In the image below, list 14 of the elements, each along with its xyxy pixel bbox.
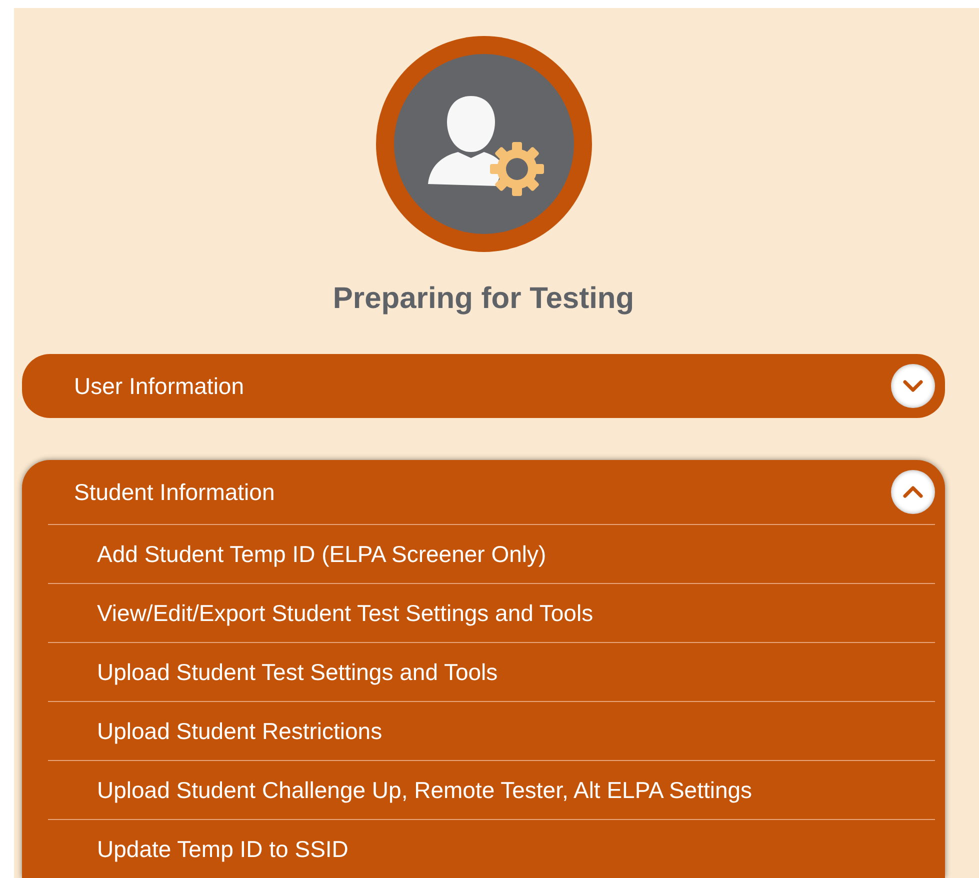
toggle-button[interactable] [891,364,935,408]
menu-link[interactable]: Upload Student Test Settings and Tools [48,642,935,701]
chevron-down-icon [903,380,923,392]
section-title[interactable]: Student Information [74,478,275,506]
menu-link[interactable]: Upload Student Challenge Up, Remote Tester, Alt ELPA Settings [48,760,935,819]
page-title: Preparing for Testing [332,282,636,316]
user-settings-icon [376,36,592,252]
menu-link[interactable]: Add Student Temp ID (ELPA Screener Only) [48,524,935,583]
menu-link[interactable]: Upload Student Restrictions [48,701,935,760]
chevron-up-icon [903,486,923,498]
section-title[interactable]: User Information [74,372,244,400]
menu-link[interactable]: Update Temp ID to SSID [48,819,935,878]
menu-link[interactable]: View/Edit/Export Student Test Settings and Tools [48,583,935,642]
toggle-button[interactable] [891,470,935,514]
